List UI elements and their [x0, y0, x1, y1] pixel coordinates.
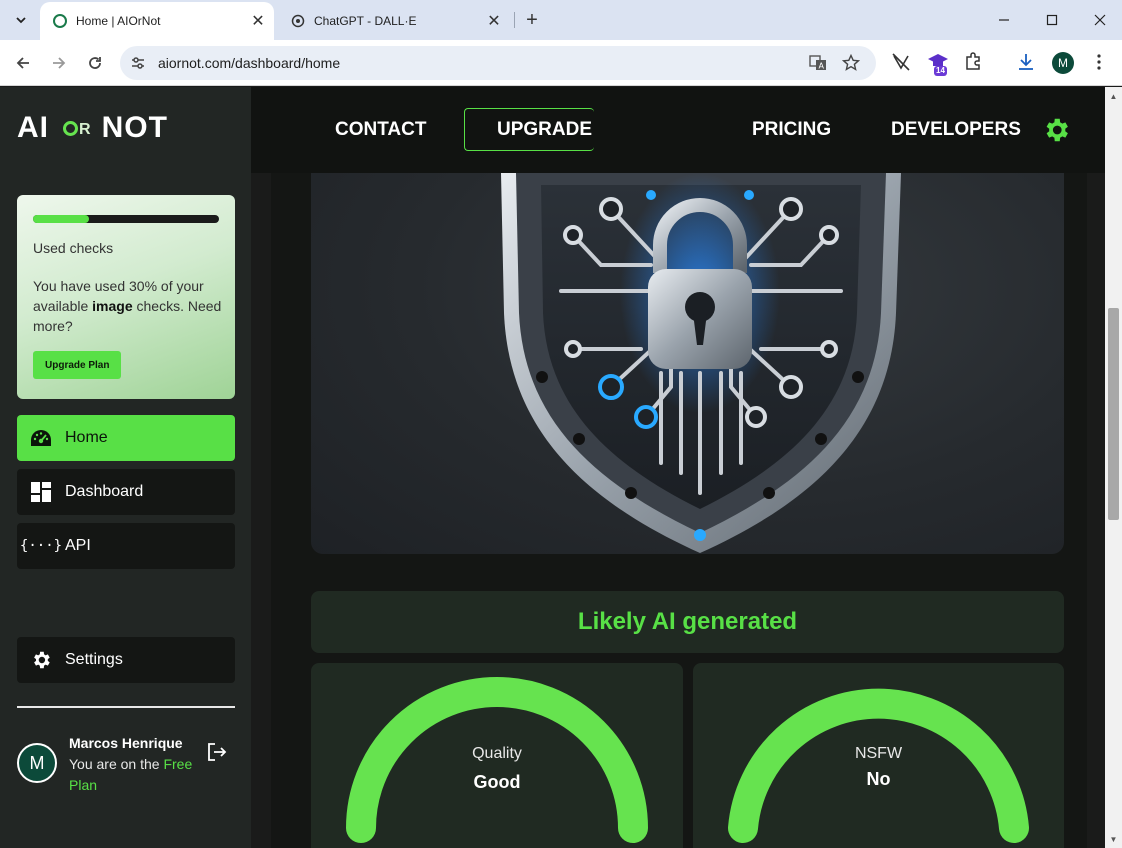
nsfw-gauge-card: NSFW No [693, 663, 1064, 848]
bookmark-star-icon[interactable] [842, 54, 860, 72]
nav-contact[interactable]: CONTACT [335, 87, 426, 173]
tab-title: ChatGPT - DALL·E [314, 14, 417, 28]
chevron-down-icon [16, 17, 26, 24]
sidebar-item-label: Home [65, 429, 108, 446]
browser-tab-bar: Home | AIOrNot ✕ ChatGPT - DALL·E ✕ + [0, 0, 1122, 40]
browser-menu-icon[interactable] [1088, 51, 1110, 73]
dashboard-icon [29, 480, 53, 504]
nsfw-label: NSFW [854, 745, 903, 762]
quality-label: Quality [472, 745, 522, 762]
user-avatar[interactable]: M [17, 743, 57, 783]
reload-button[interactable] [81, 49, 109, 77]
close-window-button[interactable] [1086, 6, 1114, 34]
openai-favicon-icon [290, 13, 306, 29]
user-plan: You are on the Free Plan [69, 754, 199, 796]
sidebar: AI ORR NOT Used checks You have used 30%… [0, 87, 251, 848]
nav-upgrade[interactable]: UPGRADE [464, 108, 594, 151]
logo-ring-icon [63, 121, 78, 136]
back-button[interactable] [9, 49, 37, 77]
verdict-banner: Likely AI generated [311, 591, 1064, 653]
browser-profile-avatar[interactable]: M [1052, 52, 1074, 74]
quality-gauge-card: Quality Good [311, 663, 683, 848]
sidebar-item-dashboard[interactable]: Dashboard [17, 469, 235, 515]
tab-separator [514, 12, 515, 28]
tab-search-button[interactable] [8, 8, 34, 32]
tab-chatgpt[interactable]: ChatGPT - DALL·E ✕ [278, 2, 510, 40]
user-name: Marcos Henrique [69, 735, 183, 751]
page-scrollbar[interactable]: ▲ ▼ [1105, 87, 1122, 848]
url-text: aiornot.com/dashboard/home [158, 55, 341, 71]
arrow-left-icon [16, 57, 29, 69]
site-settings-icon[interactable] [130, 55, 146, 71]
scrollbar-thumb[interactable] [1108, 308, 1119, 520]
logo-not: NOT [101, 111, 168, 144]
close-tab-icon[interactable]: ✕ [248, 11, 268, 31]
download-icon[interactable] [1015, 51, 1037, 73]
gauge-icon [29, 426, 53, 450]
forward-button[interactable] [45, 49, 73, 77]
tab-title: Home | AIOrNot [76, 14, 161, 28]
aiornot-favicon-icon [52, 13, 68, 29]
translate-icon[interactable]: A [809, 54, 827, 72]
sidebar-item-home[interactable]: Home [17, 415, 235, 461]
upgrade-plan-button[interactable]: Upgrade Plan [33, 351, 122, 379]
aiornot-logo[interactable]: AI ORR NOT [17, 111, 168, 145]
main-content: Likely AI generated Quality Good NSFW No [251, 173, 1105, 848]
minimize-button[interactable] [990, 6, 1018, 34]
usage-desc-bold: image [92, 298, 133, 314]
content-column: Likely AI generated Quality Good NSFW No [271, 173, 1087, 848]
extensions-puzzle-icon[interactable] [962, 51, 984, 73]
usage-progress-bar [33, 215, 219, 223]
address-bar[interactable]: aiornot.com/dashboard/home A [120, 46, 876, 80]
uploaded-image [311, 173, 1064, 554]
logo-or: ORR [63, 121, 92, 139]
browser-toolbar: aiornot.com/dashboard/home A [0, 40, 1122, 86]
nav-pricing[interactable]: PRICING [752, 87, 831, 173]
logout-icon[interactable] [206, 741, 228, 763]
sidebar-item-label: API [65, 537, 91, 554]
scroll-up-arrow-icon[interactable]: ▲ [1105, 89, 1122, 103]
svg-text:A: A [819, 62, 825, 71]
scroll-down-arrow-icon[interactable]: ▼ [1105, 832, 1122, 846]
quality-value: Good [473, 772, 521, 792]
usage-label: Used checks [33, 240, 114, 256]
top-navigation: CONTACT UPGRADE PRICING DEVELOPERS [251, 87, 1105, 173]
sidebar-item-settings[interactable]: Settings [17, 637, 235, 683]
tab-aiornot[interactable]: Home | AIOrNot ✕ [40, 2, 274, 40]
nsfw-value: No [866, 769, 891, 789]
usage-progress-fill [33, 215, 89, 223]
new-tab-button[interactable]: + [520, 8, 544, 32]
usage-description: You have used 30% of your available imag… [33, 276, 223, 336]
sidebar-item-api[interactable]: {···} API [17, 523, 235, 569]
sidebar-item-label: Settings [65, 651, 123, 668]
extension-badge: 14 [934, 66, 947, 76]
extension-incognito-icon[interactable] [890, 51, 912, 73]
maximize-button[interactable] [1038, 6, 1066, 34]
shield-lock-image [501, 173, 901, 553]
arrow-right-icon [53, 57, 66, 69]
settings-gear-icon[interactable] [1041, 115, 1071, 145]
sidebar-divider [17, 706, 235, 708]
nav-developers[interactable]: DEVELOPERS [891, 87, 1021, 173]
reload-icon [89, 57, 101, 69]
close-tab-icon[interactable]: ✕ [484, 11, 504, 31]
usage-card: Used checks You have used 30% of your av… [17, 195, 235, 399]
user-plan-prefix: You are on the [69, 756, 164, 772]
code-braces-icon: {···} [19, 538, 63, 554]
sidebar-item-label: Dashboard [65, 483, 144, 500]
logo-ai: AI [17, 111, 49, 144]
settings-gear-icon [29, 648, 53, 672]
